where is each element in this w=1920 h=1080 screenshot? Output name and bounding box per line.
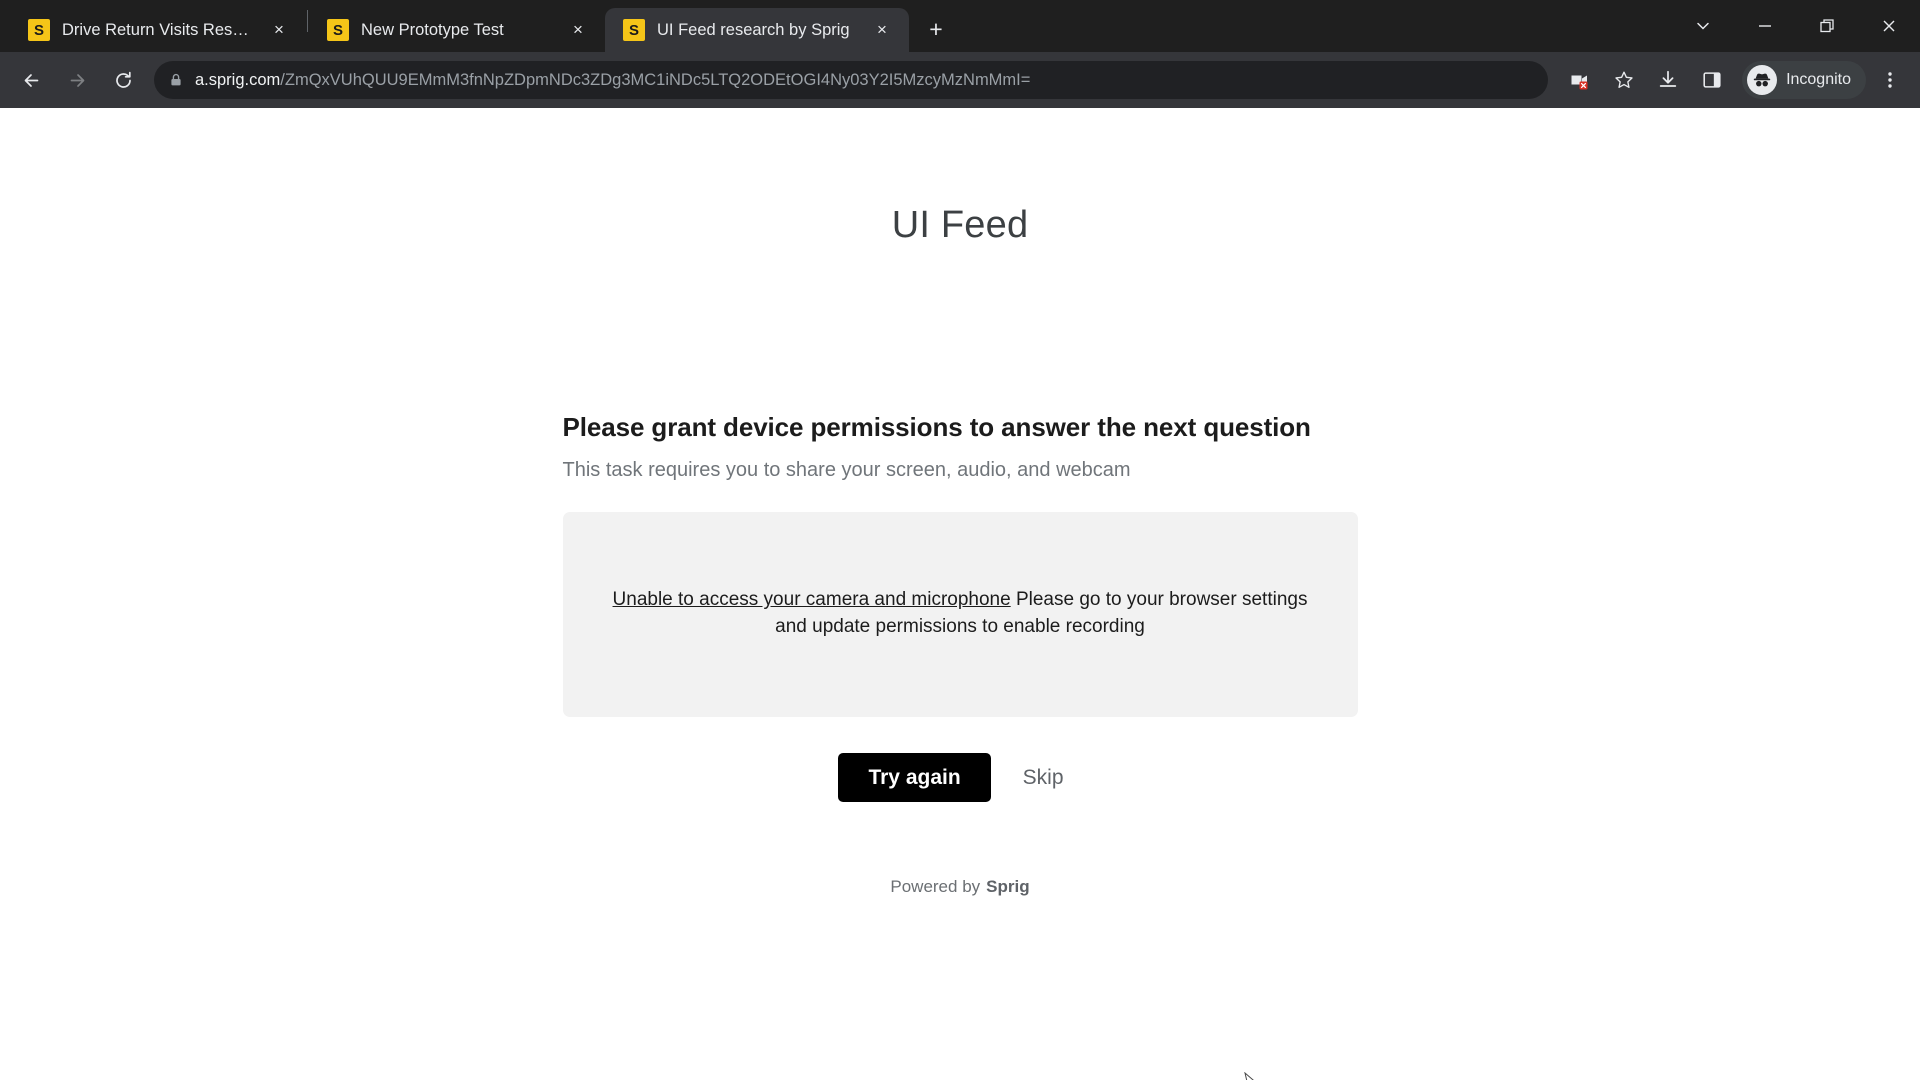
download-icon[interactable] <box>1648 60 1688 100</box>
skip-button[interactable]: Skip <box>1005 753 1082 803</box>
browser-toolbar: a.sprig.com/ZmQxVUhQUU9EMmM3fnNpZDpmNDc3… <box>0 52 1920 108</box>
lock-icon[interactable] <box>168 72 184 88</box>
side-panel-icon[interactable] <box>1692 60 1732 100</box>
tab-title: New Prototype Test <box>361 20 504 39</box>
browser-tab-3-active[interactable]: S UI Feed research by Sprig × <box>605 8 909 52</box>
mouse-cursor <box>1243 1071 1254 1080</box>
browser-window: S Drive Return Visits Responses × S New … <box>0 0 1920 1080</box>
tab-close-icon[interactable]: × <box>565 17 591 43</box>
device-permission-panel: Unable to access your camera and microph… <box>562 511 1358 1080</box>
sprig-favicon-icon: S <box>28 19 50 41</box>
restore-icon[interactable] <box>1796 0 1858 52</box>
minimize-icon[interactable] <box>1734 0 1796 52</box>
sprig-brand-label: Sprig <box>986 876 1030 896</box>
three-dot-menu-icon[interactable] <box>1870 60 1910 100</box>
browser-tab-2[interactable]: S New Prototype Test × <box>309 8 605 52</box>
new-tab-button[interactable]: + <box>919 12 953 46</box>
address-bar[interactable]: a.sprig.com/ZmQxVUhQUU9EMmM3fnNpZDpmNDc3… <box>154 61 1549 99</box>
incognito-profile-chip[interactable]: Incognito <box>1742 61 1866 99</box>
error-link[interactable]: Unable to access your camera and microph… <box>613 589 1011 610</box>
incognito-label: Incognito <box>1786 71 1851 88</box>
incognito-avatar-icon <box>1747 65 1778 95</box>
error-message: Unable to access your camera and microph… <box>597 587 1324 641</box>
camera-blocked-icon[interactable] <box>1560 60 1600 100</box>
sprig-favicon-icon: S <box>327 19 349 41</box>
tab-title: Drive Return Visits Responses <box>62 20 254 39</box>
reload-icon[interactable] <box>102 59 144 101</box>
try-again-button[interactable]: Try again <box>838 753 991 803</box>
browser-tab-1[interactable]: S Drive Return Visits Responses × <box>10 8 306 52</box>
close-icon[interactable] <box>1858 0 1920 52</box>
question-heading: Please grant device permissions to answe… <box>562 412 1311 442</box>
back-arrow-icon[interactable] <box>10 59 52 101</box>
tab-close-icon[interactable]: × <box>869 17 895 43</box>
tab-search-chevron-icon[interactable] <box>1672 0 1734 52</box>
url-host: a.sprig.com <box>195 70 281 89</box>
page-viewport: UI Feed Please grant device permissions … <box>0 108 1920 1080</box>
action-buttons: Try again Skip <box>838 753 1081 803</box>
window-controls <box>1672 0 1920 52</box>
sprig-favicon-icon: S <box>623 19 645 41</box>
url-path: /ZmQxVUhQUU9EMmM3fnNpZDpmNDc3ZDg3MC1iNDc… <box>280 70 1031 89</box>
question-subtitle: This task requires you to share your scr… <box>562 458 1131 481</box>
forward-arrow-icon[interactable] <box>56 59 98 101</box>
footer-prefix: Powered by <box>890 876 981 896</box>
question-card: Please grant device permissions to answe… <box>563 412 1358 482</box>
tab-divider <box>307 10 308 32</box>
tab-strip: S Drive Return Visits Responses × S New … <box>0 0 1920 52</box>
url-text: a.sprig.com/ZmQxVUhQUU9EMmM3fnNpZDpmNDc3… <box>195 71 1534 90</box>
tab-close-icon[interactable]: × <box>266 17 292 43</box>
powered-by-footer: Powered by Sprig <box>890 877 1029 897</box>
tab-title: UI Feed research by Sprig <box>657 20 850 39</box>
bookmark-star-icon[interactable] <box>1604 60 1644 100</box>
page-title: UI Feed <box>891 204 1029 246</box>
sprig-survey-page: UI Feed Please grant device permissions … <box>0 108 1920 1080</box>
